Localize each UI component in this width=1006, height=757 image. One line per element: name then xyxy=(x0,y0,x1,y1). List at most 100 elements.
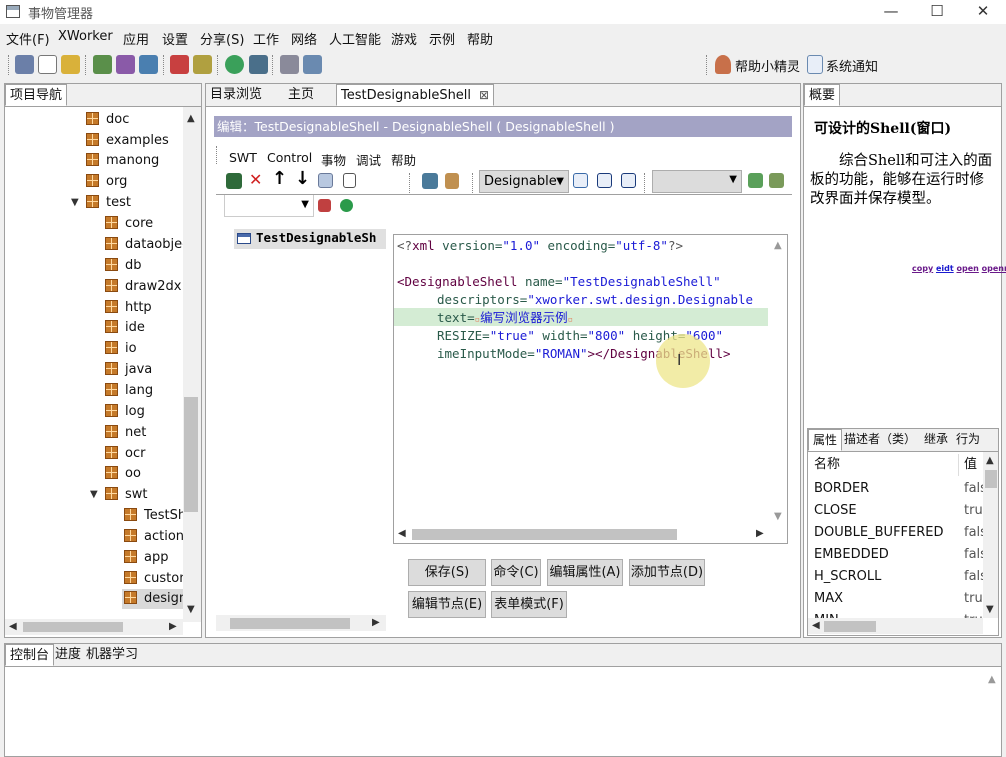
tree-item-manong[interactable]: manong xyxy=(86,151,159,171)
maximize-button[interactable]: ☐ xyxy=(914,0,960,24)
property-horizontal-scrollbar[interactable]: ◀ xyxy=(808,618,983,634)
tree-item-testsh[interactable]: TestSh xyxy=(124,506,184,526)
editor-menu-control[interactable]: Control xyxy=(267,150,312,165)
remove-designer-icon[interactable] xyxy=(621,173,636,188)
arrow-up-icon[interactable]: ↑ xyxy=(272,168,287,189)
tab-inheritance[interactable]: 继承 xyxy=(920,429,952,451)
tree-item-core[interactable]: core xyxy=(105,214,153,234)
scroll-left-icon[interactable]: ◀ xyxy=(398,528,406,539)
tab-properties[interactable]: 属性 xyxy=(808,429,843,451)
settings-plugin-icon[interactable] xyxy=(769,173,784,188)
scroll-down-icon[interactable]: ▼ xyxy=(986,604,994,615)
editor-menu-debug[interactable]: 调试 xyxy=(356,150,381,169)
close-tab-icon[interactable]: ⊠ xyxy=(479,85,489,106)
tree-item-http[interactable]: http xyxy=(105,298,152,318)
scroll-down-icon[interactable]: ▼ xyxy=(187,604,195,615)
menu-help[interactable]: 帮助 xyxy=(467,29,493,48)
console-vertical-scrollbar[interactable]: ▲ xyxy=(985,668,1001,756)
edit-link[interactable]: eidt xyxy=(936,264,954,273)
scroll-left-icon[interactable]: ◀ xyxy=(812,620,820,631)
chevron-down-icon[interactable]: ▼ xyxy=(71,197,79,208)
document-icon[interactable] xyxy=(318,173,333,188)
tree-vertical-scrollbar[interactable]: ▲ ▼ xyxy=(183,107,201,622)
tree-item-design-selected[interactable]: design xyxy=(122,589,184,609)
menu-ai[interactable]: 人工智能 xyxy=(329,29,381,48)
menu-games[interactable]: 游戏 xyxy=(391,29,417,48)
designer-icon[interactable] xyxy=(573,173,588,188)
globe-icon[interactable] xyxy=(225,55,244,74)
scroll-thumb[interactable] xyxy=(23,622,123,632)
tools-icon[interactable] xyxy=(139,55,158,74)
edit-node-button[interactable]: 编辑节点(E) xyxy=(408,591,486,618)
edit-properties-button[interactable]: 编辑属性(A) xyxy=(547,559,623,586)
tree-item-log[interactable]: log xyxy=(105,402,145,422)
scroll-up-icon[interactable]: ▲ xyxy=(988,674,996,685)
property-row-value[interactable]: false xyxy=(964,566,984,588)
open-folder-icon[interactable] xyxy=(61,55,80,74)
scroll-right-icon[interactable]: ▶ xyxy=(372,617,380,628)
scroll-right-icon[interactable]: ▶ xyxy=(169,621,177,632)
tree-item-org[interactable]: org xyxy=(86,172,127,192)
helper-button[interactable]: 帮助小精灵 xyxy=(735,56,800,75)
scroll-thumb[interactable] xyxy=(412,529,677,540)
tree-item-app[interactable]: app xyxy=(124,548,168,568)
tree-item-actions[interactable]: actions xyxy=(124,527,184,547)
tree-item-db[interactable]: db xyxy=(105,256,142,276)
property-row-name[interactable]: EMBEDDED xyxy=(814,544,889,566)
new-file-icon[interactable] xyxy=(38,55,57,74)
tree-item-doc[interactable]: doc xyxy=(86,110,129,130)
outline-horizontal-scrollbar[interactable]: ▶ xyxy=(216,615,386,631)
tree-item-java[interactable]: java xyxy=(105,360,152,380)
print-icon[interactable] xyxy=(280,55,299,74)
save-icon[interactable] xyxy=(226,173,242,189)
xml-file-icon[interactable] xyxy=(343,173,356,188)
menu-share[interactable]: 分享(S) xyxy=(200,29,244,48)
tree-item-oo[interactable]: oo xyxy=(105,464,141,484)
chart-icon[interactable] xyxy=(116,55,135,74)
tree-item-net[interactable]: net xyxy=(105,423,146,443)
menu-settings[interactable]: 设置 xyxy=(162,29,188,48)
form-icon[interactable] xyxy=(422,173,438,189)
xml-horizontal-scrollbar[interactable]: ◀ ▶ xyxy=(394,526,771,542)
tree-item-examples[interactable]: examples xyxy=(86,131,169,151)
scroll-right-icon[interactable]: ▶ xyxy=(756,528,764,539)
tab-directory-browse[interactable]: 目录浏览 xyxy=(206,84,266,106)
close-button[interactable]: ✕ xyxy=(960,0,1006,24)
run-icon[interactable] xyxy=(340,199,353,212)
tree-item-swt[interactable]: swt xyxy=(105,485,148,505)
tab-descriptors[interactable]: 描述者（类） xyxy=(840,429,920,451)
tree-item-dataobjec[interactable]: dataobjec xyxy=(105,235,189,255)
scroll-up-icon[interactable]: ▲ xyxy=(774,240,782,251)
home-icon[interactable] xyxy=(15,55,34,74)
tree-item-test[interactable]: test xyxy=(86,193,131,213)
scroll-thumb[interactable] xyxy=(824,621,876,632)
tree-item-ide[interactable]: ide xyxy=(105,318,145,338)
close-designer-icon[interactable] xyxy=(597,173,612,188)
scroll-thumb[interactable] xyxy=(985,470,997,488)
menu-work[interactable]: 工作 xyxy=(253,29,279,48)
editor-menu-help[interactable]: 帮助 xyxy=(391,150,416,169)
monitor-icon[interactable] xyxy=(249,55,268,74)
tab-project-navigator[interactable]: 项目导航 xyxy=(5,84,68,106)
save-button[interactable]: 保存(S) xyxy=(408,559,486,586)
tree-item-io[interactable]: io xyxy=(105,339,137,359)
refresh-icon[interactable] xyxy=(93,55,112,74)
window-icon[interactable] xyxy=(303,55,322,74)
node-combo[interactable]: ▼ xyxy=(224,195,314,217)
plugin-icon[interactable] xyxy=(748,173,763,188)
tab-overview[interactable]: 概要 xyxy=(804,84,841,106)
property-row-value[interactable]: true xyxy=(964,588,984,610)
menu-examples[interactable]: 示例 xyxy=(429,29,455,48)
tree-item-lang[interactable]: lang xyxy=(105,381,153,401)
command-button[interactable]: 命令(C) xyxy=(491,559,541,586)
scroll-thumb[interactable] xyxy=(230,618,350,629)
secondary-combo[interactable]: ▼ xyxy=(652,170,742,193)
menu-xworker[interactable]: XWorker xyxy=(58,29,113,44)
tree-item-custom[interactable]: custon xyxy=(124,569,184,589)
tree-horizontal-scrollbar[interactable]: ◀ ▶ xyxy=(5,619,183,635)
minimize-button[interactable]: — xyxy=(868,0,914,24)
editor-menu-thing[interactable]: 事物 xyxy=(321,150,346,169)
open-link[interactable]: open xyxy=(957,264,979,273)
editor-menu-swt[interactable]: SWT xyxy=(229,150,257,165)
tab-home[interactable]: 主页 xyxy=(284,84,318,106)
